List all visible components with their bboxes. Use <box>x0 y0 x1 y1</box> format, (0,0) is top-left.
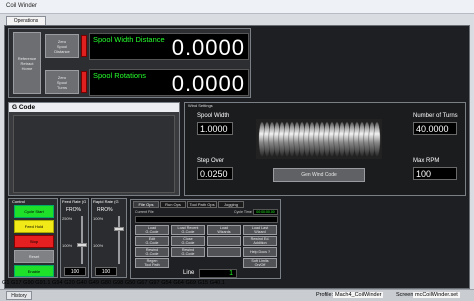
feed-rate-label: FRO% <box>66 207 81 213</box>
profile-value: Mach4_CoilWinder <box>333 292 384 298</box>
gcode-viewer[interactable] <box>13 115 175 193</box>
spool-rotations-label: Spool Rotations <box>93 71 146 80</box>
feed-rate-mid: 100% <box>62 243 73 248</box>
file-ops-button[interactable] <box>207 247 241 257</box>
zero-distance-led <box>81 35 87 57</box>
coil-turn <box>373 121 381 157</box>
zero-turns-led <box>81 71 87 93</box>
file-ops-button[interactable]: Edit G-Code <box>135 236 169 246</box>
feed-rate-panel: Feed Rate (G FRO% 250% 100% 100 <box>60 198 89 278</box>
file-ops-button[interactable]: Soft Limits On/Off <box>243 258 277 268</box>
current-file-display <box>135 216 278 223</box>
zero-spool-turns-button[interactable]: Zero Spool Turns <box>45 70 79 94</box>
turns-setting-label: Number of Turns <box>413 113 458 119</box>
file-ops-button[interactable]: Rewind G-Code <box>135 247 169 257</box>
file-ops-button[interactable]: Rewind Ed. Addition <box>243 236 277 246</box>
spool-rotations-dro: Spool Rotations 0.0000 <box>89 69 249 96</box>
reset-button[interactable]: Reset <box>14 250 54 263</box>
rapid-rate-title: Rapid Rate (G <box>93 199 119 204</box>
coil-spring-image <box>256 119 382 159</box>
status-bar: History Profile: Mach4_CoilWinder Screen… <box>0 289 474 301</box>
file-ops-button[interactable]: Load Recent G-Code <box>171 225 205 235</box>
line-number-value[interactable]: 1 <box>199 269 237 278</box>
main-panel: Reference Retract Home Zero Spool Distan… <box>4 25 470 289</box>
feed-rate-value[interactable]: 100 <box>64 267 86 276</box>
window-title-bar: Coil Winder <box>0 0 474 14</box>
feed-rate-track <box>81 216 83 264</box>
feed-rate-top: 250% <box>62 216 73 221</box>
rapid-rate-mid: 100% <box>93 243 104 248</box>
rapid-rate-label: RRO% <box>97 207 113 213</box>
file-ops-button[interactable]: Close G-Code <box>171 236 205 246</box>
cycle-start-button[interactable]: Cycle Start <box>14 205 54 218</box>
rapid-rate-panel: Rapid Rate (G RRO% 100% 100% 100 <box>91 198 127 278</box>
rapid-rate-value[interactable]: 100 <box>95 267 117 276</box>
rapid-rate-track <box>118 216 120 264</box>
gcode-title: G Code <box>9 103 179 112</box>
file-ops-button[interactable]: Load G-Code <box>135 225 169 235</box>
rapid-rate-top: 100% <box>93 216 104 221</box>
step-over-label: Step Over <box>197 158 225 164</box>
cycle-time-value: 00:00:00.00 <box>253 209 278 215</box>
stop-button[interactable]: Stop <box>14 235 54 248</box>
spool-rotations-value: 0.0000 <box>171 71 245 96</box>
file-ops-button[interactable]: Rewind G-Code <box>171 247 205 257</box>
file-ops-button[interactable]: Help Docs ? <box>243 247 277 257</box>
zero-spool-distance-button[interactable]: Zero Spool Distance <box>45 34 79 58</box>
history-button[interactable]: History <box>6 291 32 300</box>
feed-rate-slider[interactable] <box>77 243 87 247</box>
gcode-panel: G Code <box>8 102 180 196</box>
spool-width-dro: Spool Width Distance 0.0000 <box>89 33 249 60</box>
tab-run-ops[interactable]: Run Ops <box>160 201 186 208</box>
modal-gcode-line: G1 G17 G90 G91.1 G94 G20 G40 G49 G80 G98… <box>2 280 225 286</box>
spool-width-input[interactable]: 1.0000 <box>197 122 233 135</box>
profile-label: Profile: <box>316 292 334 298</box>
enable-button[interactable]: Enable <box>14 265 54 277</box>
current-file-label: Current File <box>135 210 154 214</box>
line-label: Line <box>183 270 195 276</box>
screen-value: mcCoilWinder.set <box>413 292 460 298</box>
spool-width-label: Spool Width Distance <box>93 35 165 44</box>
window-title: Coil Winder <box>6 3 38 9</box>
turns-input[interactable]: 40.0000 <box>413 122 457 135</box>
feed-rate-title: Feed Rate (G <box>62 199 87 204</box>
step-over-input[interactable]: 0.0250 <box>197 167 233 180</box>
max-rpm-label: Max RPM <box>413 158 440 164</box>
file-ops-button[interactable] <box>207 236 241 246</box>
reference-home-button[interactable]: Reference Retract Home <box>13 32 41 94</box>
control-panel: Control Cycle Start Feed Hold Stop Reset… <box>8 198 58 278</box>
gen-wind-code-button[interactable]: Gen Wind Code <box>273 168 365 182</box>
file-ops-button[interactable]: Regen Tool Path <box>135 258 169 268</box>
spool-width-value: 0.0000 <box>171 35 245 60</box>
spool-width-setting-label: Spool Width <box>197 113 230 119</box>
feed-hold-button[interactable]: Feed Hold <box>14 220 54 233</box>
tab-tool-path-ops[interactable]: Tool Path Ops <box>187 201 217 208</box>
tab-file-ops[interactable]: File Ops <box>133 201 159 208</box>
file-ops-button[interactable]: Load Last Wizard <box>243 225 277 235</box>
tab-jogging[interactable]: Jogging <box>218 201 244 208</box>
control-title: Control <box>12 199 25 204</box>
rapid-rate-slider[interactable] <box>114 227 124 231</box>
max-rpm-input[interactable]: 100 <box>413 167 457 180</box>
file-ops-panel: File Ops Run Ops Tool Path Ops Jogging C… <box>130 199 281 279</box>
cycle-time-label: Cycle Time <box>234 210 252 214</box>
tab-operations[interactable]: Operations <box>6 16 46 25</box>
wind-settings-title: Wind Settings <box>188 103 213 108</box>
dro-section: Reference Retract Home Zero Spool Distan… <box>8 28 251 98</box>
file-ops-button[interactable]: Load Wizards <box>207 225 241 235</box>
wind-settings-panel: Wind Settings Spool Width 1.0000 Number … <box>184 102 466 196</box>
